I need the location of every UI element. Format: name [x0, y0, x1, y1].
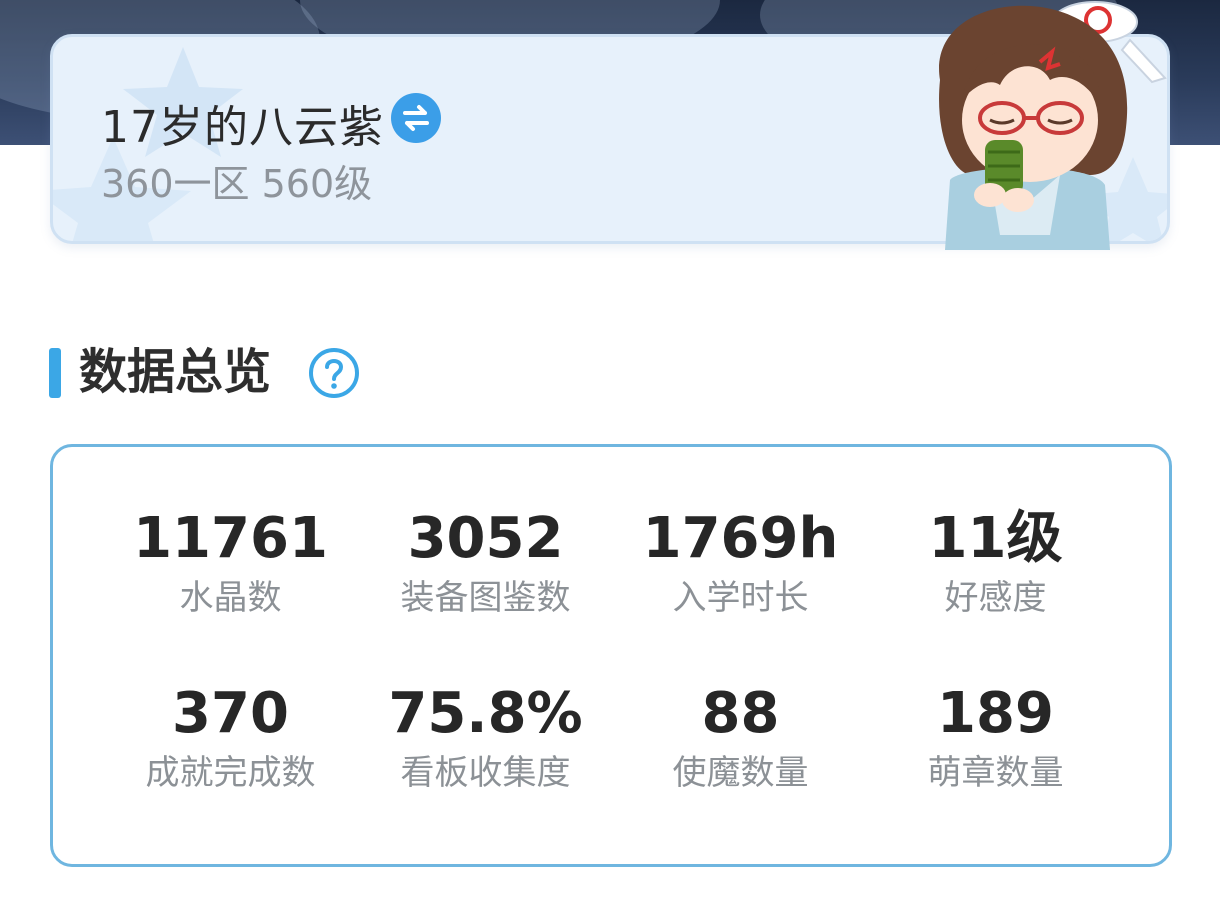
- stat-label: 看板收集度: [400, 753, 571, 793]
- stat-affection: 11级 好感度: [868, 505, 1123, 623]
- stat-value: 3052: [407, 506, 564, 571]
- stat-label: 装备图鉴数: [400, 578, 571, 618]
- stat-label: 使魔数量: [672, 753, 809, 793]
- stat-value: 88: [701, 681, 780, 746]
- section-accent-bar: [49, 348, 61, 398]
- stat-value: 75.8%: [388, 681, 583, 746]
- stats-panel: 11761 水晶数 3052 装备图鉴数 1769h 入学时长 11级 好感度 …: [50, 444, 1172, 867]
- stat-familiars: 88 使魔数量: [613, 680, 868, 798]
- stat-label: 萌章数量: [927, 753, 1064, 793]
- stat-achievements: 370 成就完成数: [103, 680, 358, 798]
- stat-value: 189: [937, 681, 1054, 746]
- stat-label: 成就完成数: [145, 753, 316, 793]
- stat-enrollment-time: 1769h 入学时长: [613, 505, 868, 623]
- stat-value: 370: [172, 681, 289, 746]
- stat-label: 入学时长: [672, 578, 809, 618]
- stat-crystals: 11761 水晶数: [103, 505, 358, 623]
- stat-equipment-codex: 3052 装备图鉴数: [358, 505, 613, 623]
- stat-value: 11761: [133, 506, 328, 571]
- stat-value: 11级: [928, 506, 1063, 571]
- server-level: 360一区 560级: [101, 162, 373, 206]
- stat-badges: 189 萌章数量: [868, 680, 1123, 798]
- question-mark-icon[interactable]: [307, 346, 361, 400]
- stat-label: 水晶数: [179, 578, 282, 618]
- stat-label: 好感度: [944, 578, 1047, 618]
- mascot-avatar: [939, 1, 1167, 250]
- swap-arrows-icon: [403, 105, 429, 131]
- stat-board-collection: 75.8% 看板收集度: [358, 680, 613, 798]
- player-name: 17岁的八云紫: [101, 102, 384, 153]
- stat-value: 1769h: [642, 506, 839, 571]
- section-title: 数据总览: [79, 344, 272, 400]
- switch-account-button[interactable]: [391, 93, 441, 143]
